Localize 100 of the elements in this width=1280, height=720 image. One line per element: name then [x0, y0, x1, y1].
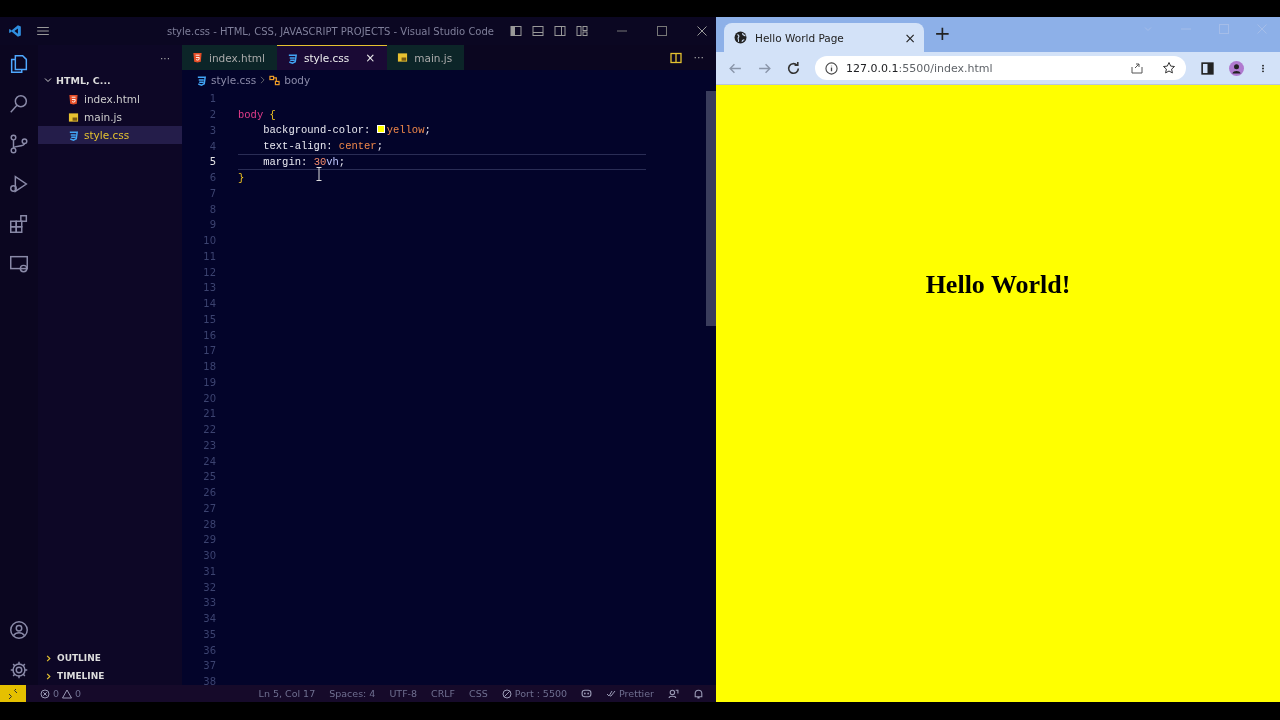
- line-number: 26: [202, 487, 216, 499]
- line-number: 3: [208, 124, 216, 136]
- line-number: 15: [202, 313, 216, 325]
- browser-tab[interactable]: Hello World Page ×: [724, 23, 924, 52]
- more-actions[interactable]: ···: [693, 51, 704, 64]
- vscode-logo-icon: [8, 24, 22, 38]
- status-item[interactable]: Port : 5500: [514, 688, 568, 699]
- line-number: 29: [202, 534, 216, 546]
- status-item[interactable]: Spaces: 4: [329, 688, 376, 699]
- text-cursor-icon: [316, 167, 322, 181]
- line-number: 12: [202, 266, 216, 278]
- toggle-panel-icon[interactable]: [532, 25, 544, 37]
- warning-icon[interactable]: [62, 688, 73, 699]
- code-line: background-color: yellow;: [262, 124, 431, 137]
- editor-tab[interactable]: main.js: [387, 45, 465, 70]
- editor-tab[interactable]: index.html: [182, 45, 277, 70]
- line-number: 2: [208, 109, 216, 121]
- run-debug-icon[interactable]: [8, 173, 30, 195]
- breadcrumb-item[interactable]: style.css: [211, 74, 257, 86]
- breadcrumb-item[interactable]: body: [284, 74, 311, 86]
- status-item[interactable]: UTF-8: [389, 688, 418, 699]
- no-entry-icon[interactable]: [501, 688, 512, 699]
- line-number: 24: [202, 455, 216, 467]
- line-number: 38: [202, 676, 216, 685]
- remote-explorer-icon[interactable]: [8, 253, 30, 275]
- files-icon[interactable]: [8, 53, 30, 75]
- feedback-icon[interactable]: [668, 688, 679, 699]
- status-item[interactable]: CRLF: [431, 688, 456, 699]
- settings-icon[interactable]: [8, 659, 30, 681]
- line-number: 16: [202, 329, 216, 341]
- html-file-icon: [68, 93, 79, 105]
- status-item[interactable]: Ln 5, Col 17: [258, 688, 316, 699]
- source-control-icon[interactable]: [8, 133, 30, 155]
- code-line: text-align: center;: [262, 140, 383, 153]
- line-number: 7: [208, 187, 216, 199]
- section-header[interactable]: OUTLINE: [38, 649, 182, 667]
- code-line: }: [238, 171, 245, 184]
- symbol-icon: [269, 74, 281, 86]
- js-file-icon: [68, 111, 79, 123]
- line-number: 9: [208, 219, 216, 231]
- file-item[interactable]: style.css: [38, 126, 182, 144]
- color-swatch[interactable]: [376, 125, 385, 134]
- line-number: 30: [202, 550, 216, 562]
- account-icon[interactable]: [8, 619, 30, 641]
- line-number: 19: [202, 376, 216, 388]
- address-bar[interactable]: 127.0.0.1:5500/index.html: [815, 56, 1186, 80]
- file-item[interactable]: index.html: [38, 90, 182, 108]
- toggle-secondary-sidebar-icon[interactable]: [554, 25, 566, 37]
- warning-count[interactable]: 0: [75, 688, 82, 699]
- js-file-icon: [397, 52, 409, 63]
- search-icon[interactable]: [8, 93, 30, 115]
- line-number: 8: [208, 203, 216, 215]
- error-count[interactable]: 0: [53, 688, 60, 699]
- css-file-icon: [196, 74, 207, 86]
- section-header[interactable]: TIMELINE: [38, 667, 182, 685]
- split-editor-icon[interactable]: [669, 51, 682, 64]
- line-number: 27: [202, 502, 216, 514]
- chevron-icon: [260, 76, 266, 84]
- globe-icon: [734, 31, 747, 44]
- css-file-icon: [68, 129, 79, 141]
- line-number: 11: [202, 250, 216, 262]
- line-number: 6: [208, 172, 216, 184]
- notifications-icon[interactable]: [693, 688, 704, 699]
- avatar[interactable]: [1229, 60, 1244, 76]
- layout-icon[interactable]: [576, 25, 588, 37]
- line-number: 4: [208, 140, 216, 152]
- maximize-icon[interactable]: [656, 25, 668, 37]
- status-item[interactable]: CSS: [469, 688, 488, 699]
- copilot-icon[interactable]: [581, 688, 593, 699]
- menu-icon[interactable]: [36, 24, 50, 38]
- reload-icon[interactable]: [786, 60, 801, 76]
- line-number: 1: [208, 93, 216, 105]
- html-file-icon: [192, 52, 203, 63]
- line-number: 20: [202, 392, 216, 404]
- line-number: 23: [202, 439, 216, 451]
- close-icon[interactable]: [696, 25, 708, 37]
- line-number: 33: [202, 597, 216, 609]
- toggle-sidebar-icon[interactable]: [510, 25, 522, 37]
- chevron-icon: [43, 75, 53, 85]
- folder-item[interactable]: HTML, C...: [38, 70, 182, 90]
- line-number: 31: [202, 565, 216, 577]
- editor-tab[interactable]: style.css ×: [277, 45, 388, 70]
- status-item[interactable]: Prettier: [619, 688, 654, 699]
- line-number: 32: [202, 581, 216, 593]
- line-number: 28: [202, 518, 216, 530]
- window-title: style.css - HTML, CSS, JAVASCRIPT PROJECTS - Visual Studio Code: [167, 25, 494, 37]
- file-item[interactable]: main.js: [38, 108, 182, 126]
- scrollbar[interactable]: [706, 91, 716, 326]
- line-number: 13: [202, 282, 216, 294]
- code-line: body {: [238, 108, 276, 121]
- double-check-icon[interactable]: [606, 688, 617, 699]
- line-number: 34: [202, 613, 216, 625]
- new-tab-button[interactable]: +: [934, 20, 951, 45]
- side-panel-icon[interactable]: [1200, 60, 1215, 76]
- more-actions[interactable]: ···: [160, 51, 170, 64]
- error-icon[interactable]: [40, 688, 50, 699]
- css-file-icon: [287, 52, 298, 64]
- line-number: 10: [202, 235, 216, 247]
- code-line: margin: 30vh;: [262, 155, 346, 168]
- extensions-icon[interactable]: [8, 213, 30, 235]
